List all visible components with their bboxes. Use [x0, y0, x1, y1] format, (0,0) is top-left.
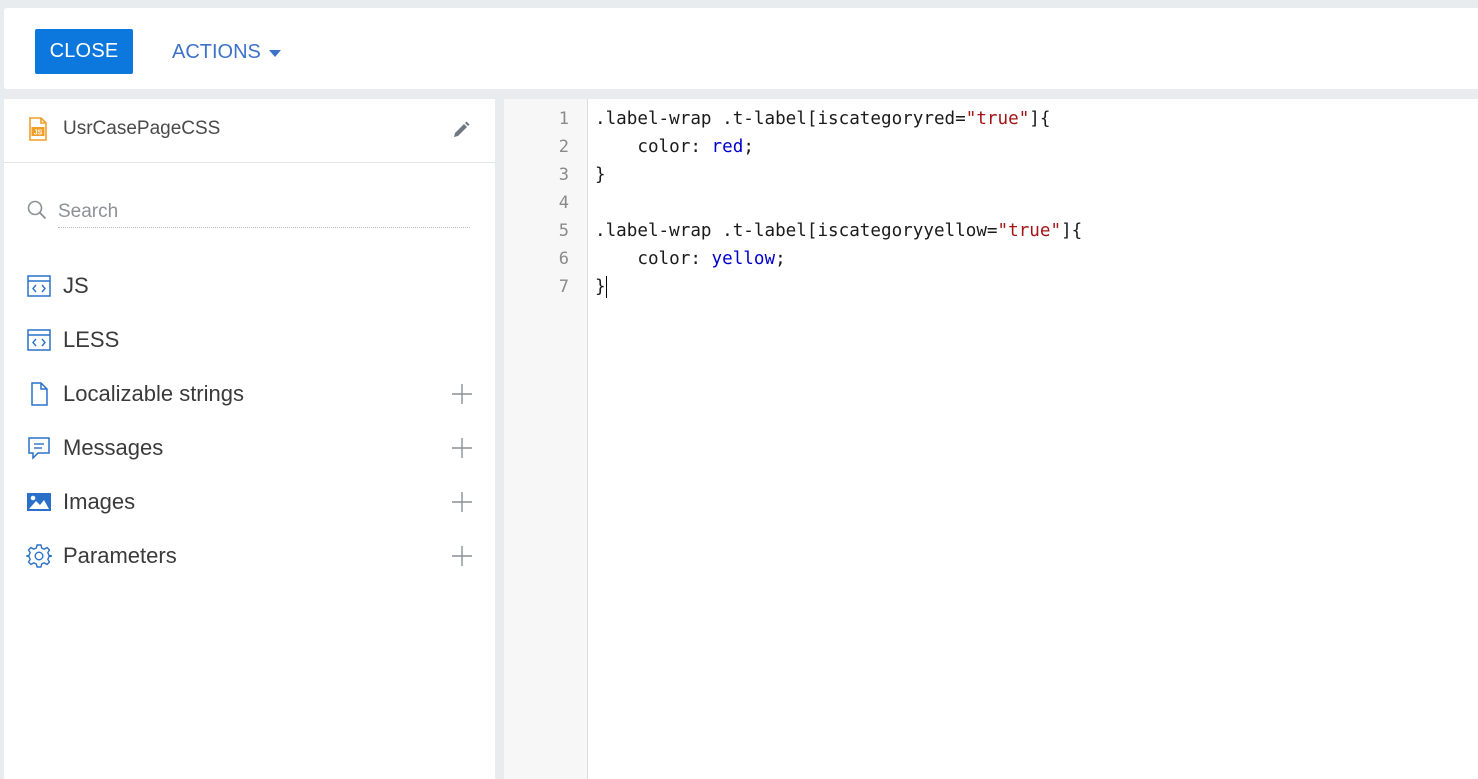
plus-icon: [452, 546, 472, 566]
schema-header: JS UsrCasePageCSS: [4, 99, 495, 163]
line-number: 7: [558, 277, 569, 297]
close-button[interactable]: CLOSE: [35, 29, 133, 74]
line-number: 1: [558, 109, 569, 129]
search-icon: [27, 200, 47, 220]
message-icon: [28, 437, 50, 460]
toolbar: CLOSE ACTIONS: [4, 8, 1478, 89]
gear-icon: [26, 544, 52, 568]
nav-item-label: JS: [63, 273, 89, 298]
schema-name: UsrCasePageCSS: [63, 118, 221, 139]
nav-item-label: Parameters: [63, 543, 177, 568]
code-line: .label-wrap .t-label[iscategoryred="true…: [595, 109, 1051, 129]
line-number: 5: [558, 221, 569, 241]
line-number: 2: [558, 137, 569, 157]
line-number: 6: [558, 249, 569, 269]
nav-item-images[interactable]: Images: [4, 475, 495, 529]
nav-item-parameters[interactable]: Parameters: [4, 529, 495, 583]
pencil-edit-icon[interactable]: [450, 119, 472, 141]
caret-down-icon: [268, 49, 281, 57]
text-cursor: [605, 276, 607, 298]
code-line: }: [595, 165, 606, 185]
code-line: color: red;: [595, 137, 754, 157]
nav-item-localizable-strings[interactable]: Localizable strings: [4, 367, 495, 421]
add-image-button[interactable]: [450, 490, 474, 514]
image-icon: [27, 493, 51, 511]
plus-icon: [452, 438, 472, 458]
panel-splitter[interactable]: [495, 99, 504, 779]
code-content[interactable]: .label-wrap .t-label[iscategoryred="true…: [595, 99, 1465, 779]
line-number: 4: [558, 193, 569, 213]
svg-text:JS: JS: [34, 130, 43, 137]
add-localizable-string-button[interactable]: [450, 382, 474, 406]
code-line: }: [595, 276, 607, 298]
code-line: .label-wrap .t-label[iscategoryyellow="t…: [595, 221, 1083, 241]
document-icon: [31, 382, 48, 406]
line-number: 3: [558, 165, 569, 185]
add-message-button[interactable]: [450, 436, 474, 460]
code-line: color: yellow;: [595, 249, 786, 269]
actions-label: ACTIONS: [172, 40, 261, 63]
nav-item-label: Localizable strings: [63, 381, 244, 406]
code-file-icon: [27, 329, 51, 351]
schema-structure-panel: JS UsrCasePageCSS JS: [4, 99, 495, 779]
plus-icon: [452, 492, 472, 512]
nav-item-label: LESS: [63, 327, 120, 352]
line-number-gutter: 1 2 3 4 5 6 7: [504, 99, 588, 779]
nav-item-js[interactable]: JS: [4, 259, 495, 313]
nav-item-label: Messages: [63, 435, 164, 460]
nav-item-messages[interactable]: Messages: [4, 421, 495, 475]
code-file-icon: [27, 275, 51, 297]
plus-icon: [452, 384, 472, 404]
add-parameter-button[interactable]: [450, 544, 474, 568]
search-box: [26, 197, 472, 231]
nav-item-less[interactable]: LESS: [4, 313, 495, 367]
code-editor[interactable]: 1 2 3 4 5 6 7 .label-wrap .t-label[iscat…: [504, 99, 1478, 779]
search-input[interactable]: [58, 197, 470, 228]
actions-menu-button[interactable]: ACTIONS: [172, 36, 281, 68]
schema-nav-list: JS LESS Localizable strings Messages Ima…: [4, 259, 495, 583]
nav-item-label: Images: [63, 489, 136, 514]
js-file-icon: JS: [29, 117, 47, 141]
